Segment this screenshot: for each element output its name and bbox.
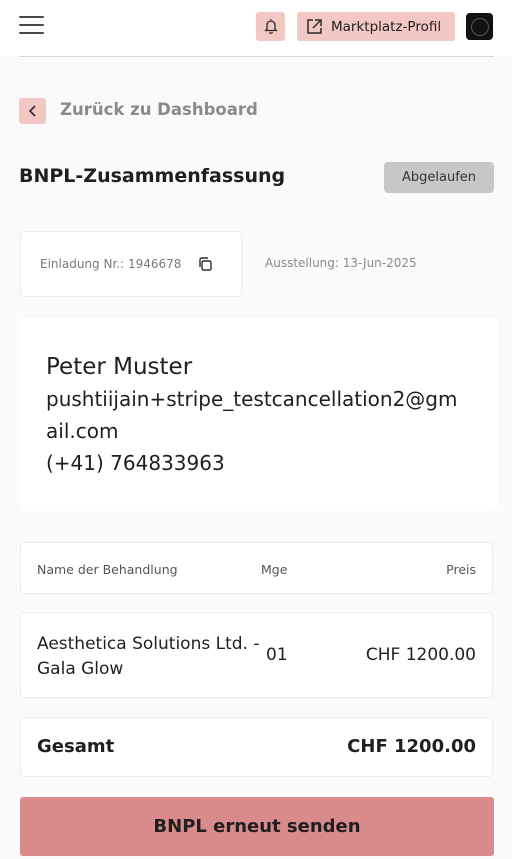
resend-bnpl-button[interactable]: BNPL erneut senden	[20, 797, 494, 856]
marketplace-profile-label: Marktplatz-Profil	[331, 18, 442, 35]
customer-name: Peter Muster	[46, 354, 193, 380]
table-header: Name der Behandlung Mge Preis	[20, 542, 493, 594]
avatar[interactable]	[466, 13, 493, 40]
back-to-dashboard-link[interactable]: Zurück zu Dashboard	[60, 100, 258, 119]
header-divider	[19, 56, 494, 57]
table-row: Aesthetica Solutions Ltd. - Gala Glow 01…	[20, 612, 493, 698]
status-badge: Abgelaufen	[384, 162, 494, 193]
copy-icon[interactable]	[197, 256, 213, 272]
treatment-price: CHF 1200.00	[365, 645, 476, 665]
customer-phone: (+41) 764833963	[46, 451, 225, 475]
marketplace-profile-button[interactable]: Marktplatz-Profil	[297, 12, 455, 41]
page-title: BNPL-Zusammenfassung	[19, 165, 286, 187]
invoice-number-card: Einladung Nr.: 1946678	[20, 231, 242, 297]
notifications-button[interactable]	[256, 12, 285, 41]
treatment-quantity: 01	[266, 645, 288, 665]
total-label: Gesamt	[37, 736, 115, 757]
customer-card: Peter Muster pushtiijain+stripe_testcanc…	[20, 318, 497, 511]
total-row: Gesamt CHF 1200.00	[20, 717, 493, 777]
invoice-number: Einladung Nr.: 1946678	[40, 257, 182, 271]
total-value: CHF 1200.00	[347, 736, 476, 757]
hamburger-icon[interactable]	[19, 16, 44, 36]
page: Marktplatz-Profil Zurück zu Dashboard BN…	[0, 0, 512, 859]
column-header-price: Preis	[446, 562, 476, 577]
treatment-name: Aesthetica Solutions Ltd. - Gala Glow	[37, 634, 260, 679]
customer-email: pushtiijain+stripe_testcancellation2@gma…	[46, 387, 458, 443]
issue-date: Ausstellung: 13-Jun-2025	[265, 256, 417, 270]
column-header-treatment: Name der Behandlung	[37, 562, 178, 577]
bell-icon	[263, 19, 278, 34]
external-link-icon	[307, 19, 322, 34]
column-header-quantity: Mge	[261, 562, 288, 577]
back-button[interactable]	[19, 98, 46, 124]
avatar-logo	[470, 17, 489, 36]
chevron-left-icon	[28, 105, 36, 117]
top-header: Marktplatz-Profil	[0, 0, 512, 56]
